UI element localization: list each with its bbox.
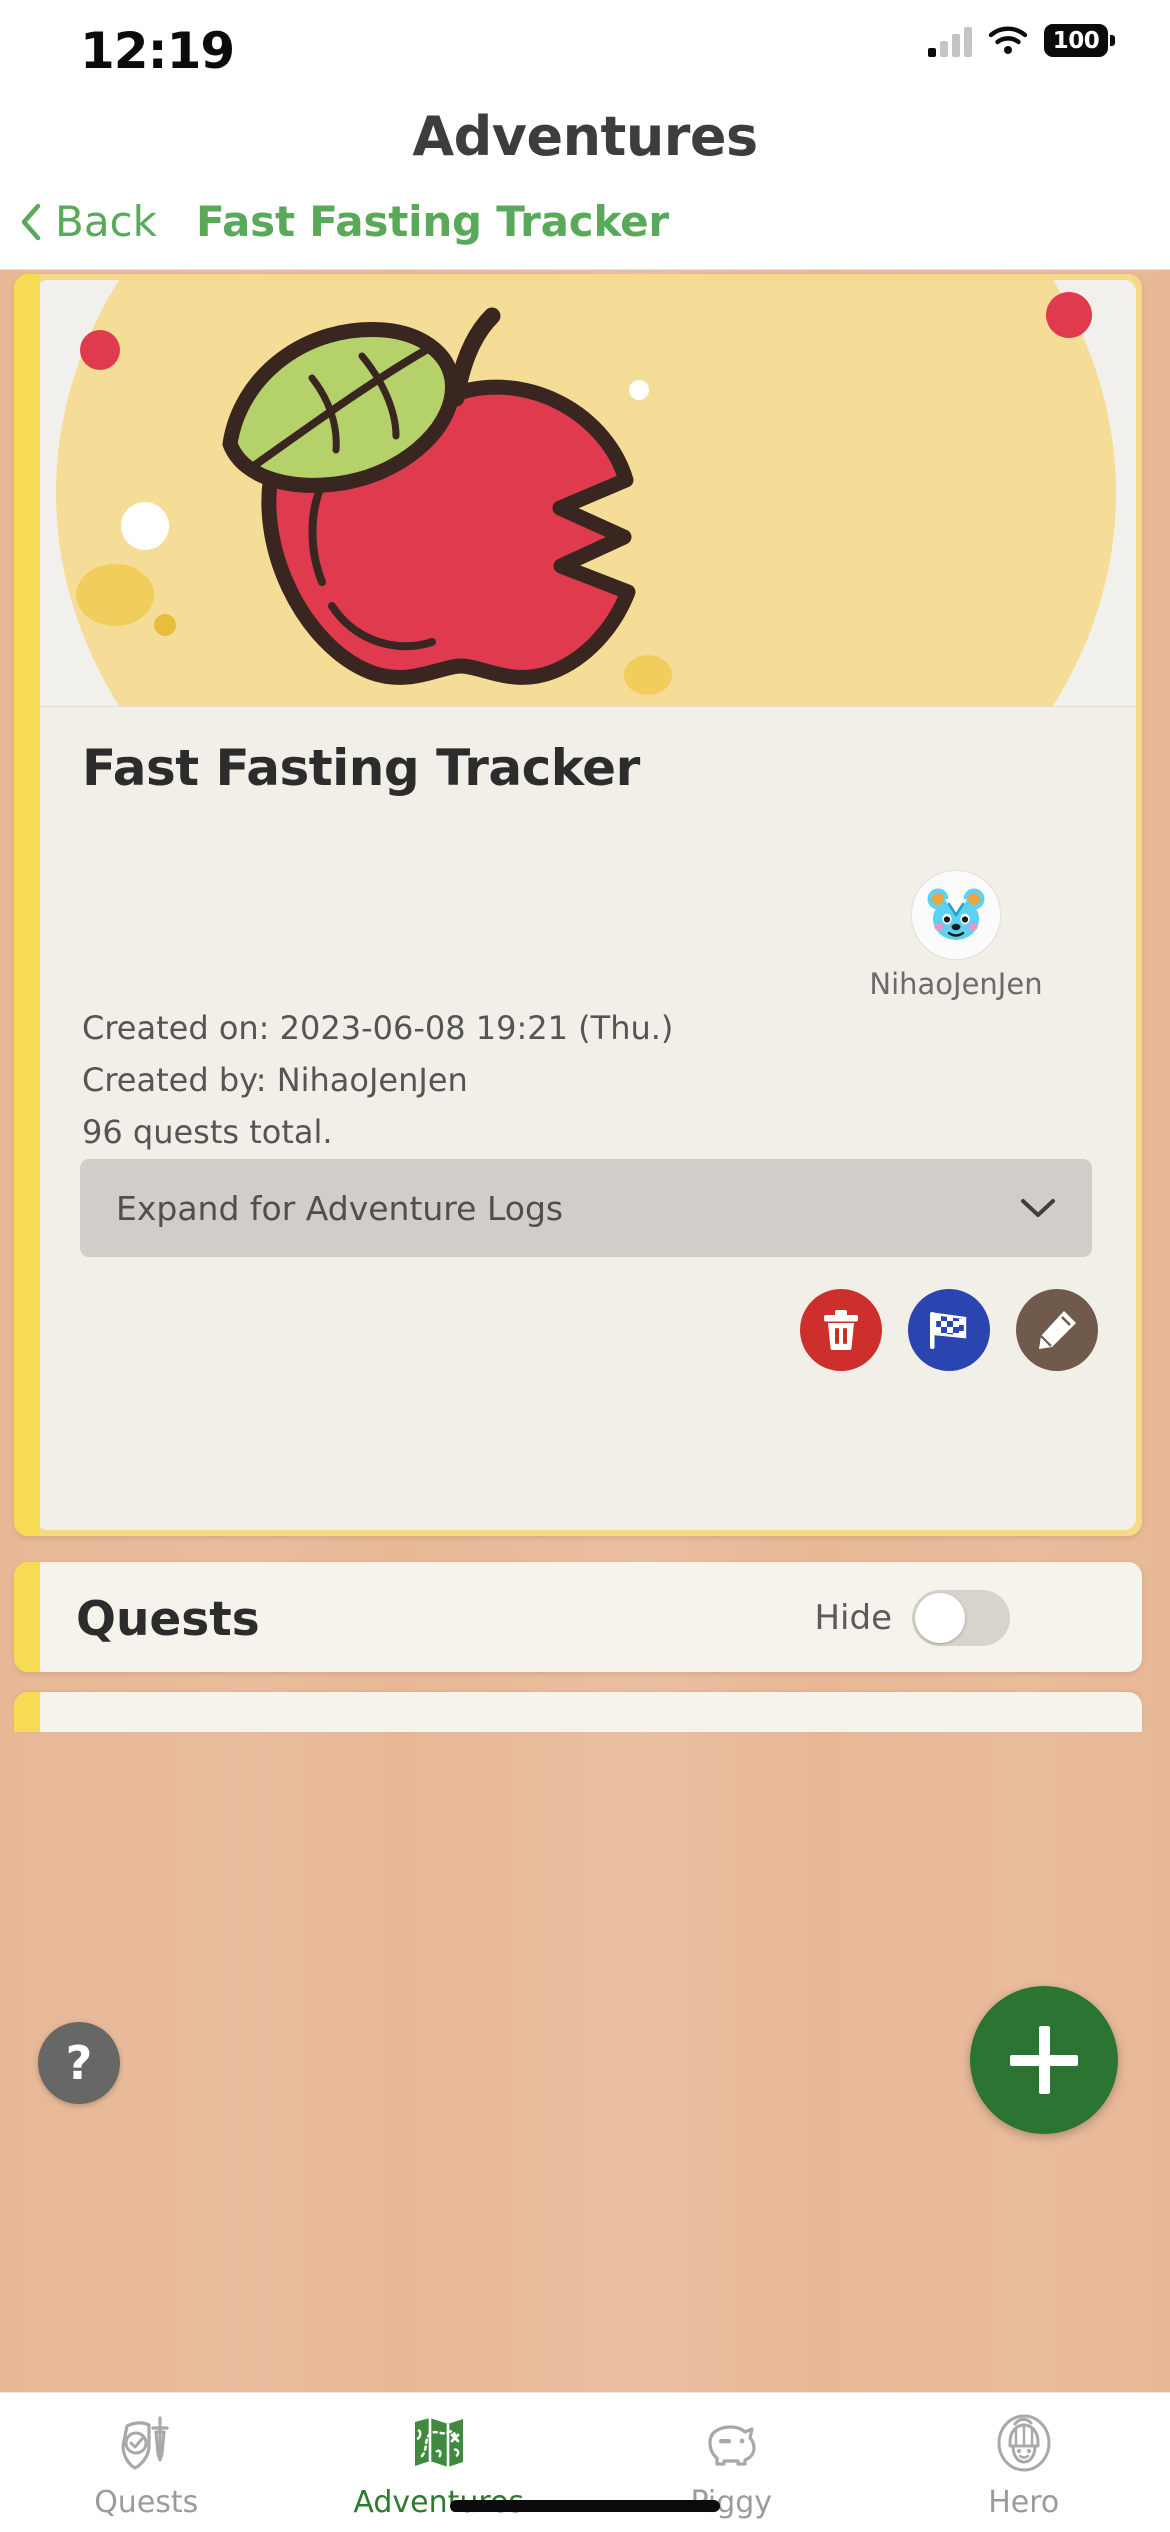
quest-count-text: 96 quests total.	[82, 1113, 333, 1151]
knight-helmet-icon	[993, 2411, 1055, 2475]
card-accent-stripe	[14, 1692, 40, 1732]
avatar[interactable]	[912, 871, 1000, 959]
delete-button[interactable]	[800, 1289, 882, 1371]
adventure-metadata: Created on: 2023-06-08 19:21 (Thu.) Crea…	[82, 1009, 673, 1151]
expand-label: Expand for Adventure Logs	[116, 1188, 564, 1228]
battery-percent-label: 100	[1052, 27, 1100, 54]
decorative-dot-red-left	[80, 330, 120, 370]
expand-adventure-logs-button[interactable]: Expand for Adventure Logs	[80, 1159, 1092, 1257]
card-accent-stripe	[14, 274, 40, 1536]
quests-section-title: Quests	[76, 1592, 260, 1647]
card-inner: Fast Fasting Tracker NihaoJenJen Created…	[36, 280, 1136, 1530]
app-header: Adventures	[0, 98, 1170, 174]
hide-toggle[interactable]	[912, 1590, 1010, 1646]
adventure-detail-card[interactable]: Fast Fasting Tracker NihaoJenJen Created…	[14, 274, 1142, 1536]
adventure-detail-body: Fast Fasting Tracker NihaoJenJen Created…	[36, 707, 1136, 1530]
help-button[interactable]: ?	[38, 2022, 120, 2104]
sub-navigation-bar: Back Fast Fasting Tracker	[0, 174, 1170, 270]
page-title: Adventures	[412, 104, 758, 168]
decorative-dot-red-right	[1046, 292, 1092, 338]
status-bar-clock: 12:19	[80, 22, 235, 80]
back-button-label: Back	[55, 197, 157, 246]
creator-block[interactable]: NihaoJenJen	[856, 871, 1056, 1001]
blue-bear-avatar	[927, 888, 985, 940]
plus-icon-vertical	[1038, 2026, 1050, 2094]
chevron-left-icon	[21, 203, 41, 240]
creator-name: NihaoJenJen	[869, 967, 1043, 1001]
adventure-action-buttons	[800, 1289, 1098, 1371]
decorative-dot-yellow-large	[76, 564, 154, 626]
card-accent-stripe	[14, 1562, 40, 1672]
status-bar-indicators: 100	[928, 24, 1115, 57]
home-indicator[interactable]	[450, 2500, 720, 2512]
breadcrumb: Fast Fasting Tracker	[196, 197, 669, 246]
hide-label: Hide	[814, 1598, 892, 1638]
chevron-down-icon	[1021, 1199, 1055, 1217]
tab-label-hero: Hero	[988, 2485, 1060, 2520]
app-screen: 12:19 100 Adventures Back Fast Fasting T…	[0, 0, 1170, 2532]
pencil-icon	[1039, 1311, 1076, 1349]
back-button[interactable]: Back	[18, 197, 157, 246]
status-bar: 12:19 100	[0, 0, 1170, 98]
cellular-signal-icon	[928, 25, 972, 57]
toggle-knob	[915, 1593, 965, 1643]
edit-button[interactable]	[1016, 1289, 1098, 1371]
piggy-bank-icon	[700, 2411, 762, 2475]
quests-section-card[interactable]: Quests Hide	[14, 1562, 1142, 1672]
hide-control-group: Hide	[814, 1590, 1010, 1646]
shield-sword-icon	[115, 2411, 177, 2475]
created-on-text: Created on: 2023-06-08 19:21 (Thu.)	[82, 1009, 674, 1047]
created-by-text: Created by: NihaoJenJen	[82, 1061, 468, 1099]
adventure-title: Fast Fasting Tracker	[82, 739, 640, 797]
tab-label-quests: Quests	[94, 2485, 199, 2520]
add-button[interactable]	[970, 1986, 1118, 2134]
adventure-hero-image	[36, 280, 1136, 707]
tab-quests[interactable]: Quests	[0, 2393, 293, 2532]
treasure-map-icon	[408, 2411, 470, 2475]
trash-icon	[824, 1310, 858, 1350]
battery-icon: 100	[1044, 24, 1115, 57]
wifi-icon	[988, 26, 1028, 54]
apple-illustration	[222, 307, 636, 685]
complete-button[interactable]	[908, 1289, 990, 1371]
tab-hero[interactable]: Hero	[878, 2393, 1170, 2532]
next-section-card-peek[interactable]	[14, 1692, 1142, 1732]
checkered-flag-icon	[930, 1312, 967, 1349]
